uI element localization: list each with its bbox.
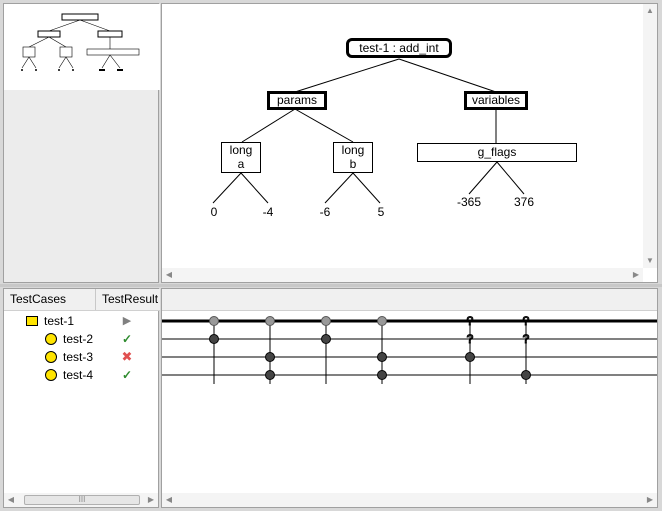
svg-text:?: ? (523, 332, 530, 346)
circle-icon (45, 333, 57, 345)
class-name-label: g_flags (477, 145, 517, 159)
column-header-testcases[interactable]: TestCases (4, 289, 96, 310)
tree-node-variables[interactable]: variables (464, 91, 528, 110)
tree-class-g-flags[interactable]: g_flags (417, 143, 577, 162)
scroll-left-arrow-icon[interactable]: ◀ (162, 268, 176, 282)
tree-vertical-scrollbar[interactable]: ▲ ▼ (643, 4, 657, 268)
overview-panel[interactable] (3, 3, 160, 283)
scroll-right-arrow-icon[interactable]: ▶ (629, 268, 643, 282)
folder-icon (26, 316, 38, 326)
class-name-label: b (349, 157, 357, 171)
test-row[interactable]: test-2 ✓ (4, 330, 160, 348)
test-row[interactable]: test-1 ▶ (4, 312, 160, 330)
leaf-value[interactable]: -365 (454, 195, 484, 209)
svg-text:?: ? (467, 314, 474, 328)
tree-node-params[interactable]: params (267, 91, 327, 110)
check-icon: ✓ (121, 368, 133, 382)
tree-horizontal-scrollbar[interactable]: ◀ ▶ (162, 268, 643, 282)
class-name-label: a (237, 157, 245, 171)
test-case-list[interactable]: TestCases TestResult test-1 ▶ test-2 ✓ t… (3, 288, 160, 508)
scroll-left-arrow-icon[interactable]: ◀ (4, 493, 18, 507)
scroll-left-arrow-icon[interactable]: ◀ (162, 493, 176, 507)
class-type-label: long (229, 143, 253, 157)
leaf-value[interactable]: 0 (206, 205, 222, 219)
pane-splitter[interactable] (0, 284, 662, 287)
matrix-horizontal-scrollbar[interactable]: ◀ ▶ (162, 493, 657, 507)
overview-thumbnail[interactable] (4, 4, 160, 90)
leaf-value[interactable]: 376 (511, 195, 537, 209)
overview-tree-miniature (21, 13, 140, 71)
tree-node-params-label: params (276, 93, 317, 107)
leaf-value[interactable]: 5 (373, 205, 389, 219)
tree-root-label: test-1 : add_int (359, 41, 439, 55)
column-header-testresult[interactable]: TestResult (96, 289, 160, 310)
leaf-value[interactable]: -6 (317, 205, 333, 219)
scroll-right-arrow-icon[interactable]: ▶ (144, 493, 158, 507)
classification-tree-view[interactable]: test-1 : add_int params variables long a… (161, 3, 658, 283)
class-type-label: long (341, 143, 365, 157)
check-icon: ✓ (121, 332, 133, 346)
test-name: test-1 (44, 314, 75, 328)
tree-root-node[interactable]: test-1 : add_int (346, 38, 452, 58)
svg-text:?: ? (467, 332, 474, 346)
combination-table[interactable]: ? ? ? ? ◀ ▶ (161, 288, 658, 508)
scroll-up-arrow-icon[interactable]: ▲ (643, 4, 657, 18)
scroll-down-arrow-icon[interactable]: ▼ (643, 254, 657, 268)
circle-icon (45, 369, 57, 381)
leaf-value[interactable]: -4 (260, 205, 276, 219)
tree-class-long-a[interactable]: long a (221, 142, 261, 173)
list-horizontal-scrollbar[interactable]: ◀ III ▶ (4, 493, 158, 507)
play-icon: ▶ (122, 315, 132, 327)
circle-icon (45, 351, 57, 363)
scroll-right-arrow-icon[interactable]: ▶ (643, 493, 657, 507)
undefined-markers: ? ? ? ? (466, 314, 530, 347)
test-name: test-2 (63, 332, 94, 346)
tree-class-long-b[interactable]: long b (333, 142, 373, 173)
combination-matrix: ? ? ? ? (162, 314, 657, 384)
test-row[interactable]: test-3 ✖ (4, 348, 160, 366)
test-name: test-4 (63, 368, 94, 382)
list-header: TestCases TestResult (4, 289, 160, 311)
cross-icon: ✖ (121, 349, 133, 364)
tree-node-variables-label: variables (471, 93, 521, 107)
test-row[interactable]: test-4 ✓ (4, 366, 160, 384)
scrollbar-thumb[interactable]: III (24, 495, 140, 505)
svg-text:?: ? (523, 314, 530, 328)
test-name: test-3 (63, 350, 94, 364)
scrollbar-grip: III (78, 495, 86, 504)
